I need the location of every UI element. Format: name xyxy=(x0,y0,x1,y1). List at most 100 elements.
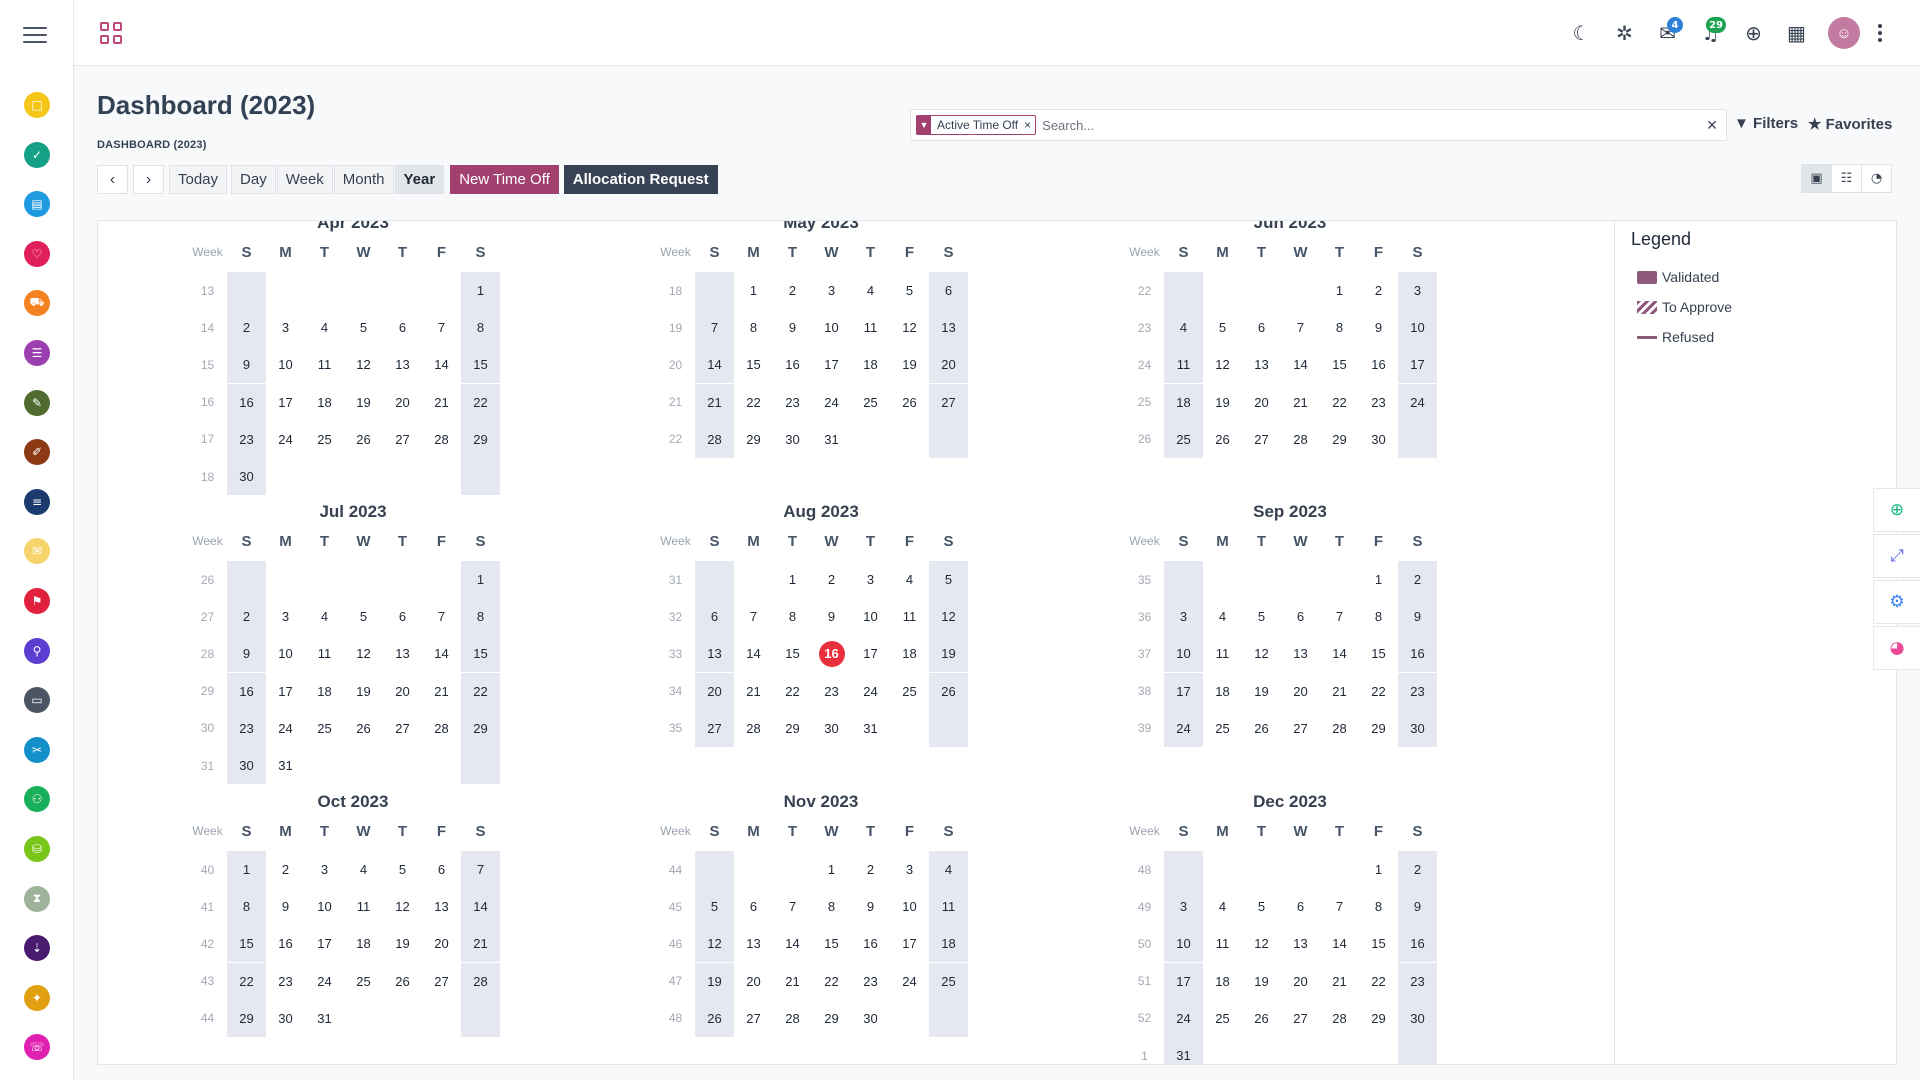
day-cell[interactable]: 12 xyxy=(929,598,968,636)
app-icon-2[interactable]: ✓ xyxy=(24,141,50,168)
day-cell[interactable]: 22 xyxy=(227,962,266,1000)
app-icon-14[interactable]: ✂ xyxy=(24,736,50,763)
app-icon-7[interactable]: ✎ xyxy=(24,389,50,416)
day-cell[interactable]: 19 xyxy=(383,925,422,962)
day-cell[interactable]: 13 xyxy=(422,888,461,925)
day-cell[interactable]: 2 xyxy=(1398,851,1437,888)
day-cell[interactable]: 8 xyxy=(1359,598,1398,635)
app-icon-3[interactable]: ▤ xyxy=(24,191,50,218)
app-icon-19[interactable]: ✦ xyxy=(24,984,50,1011)
app-icon-4[interactable]: ♡ xyxy=(24,240,50,267)
day-cell[interactable]: 23 xyxy=(227,709,266,747)
day-cell[interactable]: 12 xyxy=(1203,346,1242,383)
day-cell[interactable]: 28 xyxy=(734,710,773,747)
day-cell[interactable]: 15 xyxy=(461,346,500,384)
day-cell[interactable]: 1 xyxy=(227,851,266,888)
day-cell[interactable]: 29 xyxy=(734,421,773,458)
day-cell[interactable]: 10 xyxy=(1164,635,1203,673)
day-cell[interactable]: 28 xyxy=(773,1000,812,1037)
day-cell[interactable]: 25 xyxy=(1203,1000,1242,1037)
day-cell[interactable]: 7 xyxy=(422,598,461,635)
day-cell[interactable]: 9 xyxy=(851,888,890,925)
day-cell[interactable]: 18 xyxy=(1203,963,1242,1000)
day-cell[interactable]: 21 xyxy=(1320,963,1359,1000)
day-cell[interactable]: 15 xyxy=(812,925,851,962)
day-cell[interactable]: 9 xyxy=(812,598,851,635)
day-cell[interactable]: 9 xyxy=(773,309,812,346)
day-cell[interactable]: 10 xyxy=(266,346,305,383)
day-cell[interactable]: 15 xyxy=(773,635,812,672)
day-cell[interactable]: 26 xyxy=(695,999,734,1037)
day-cell[interactable]: 6 xyxy=(1281,598,1320,635)
day-cell[interactable]: 6 xyxy=(1242,309,1281,346)
day-cell[interactable]: 30 xyxy=(1398,709,1437,747)
day-cell[interactable]: 10 xyxy=(1398,309,1437,347)
day-cell[interactable]: 30 xyxy=(227,747,266,784)
app-icon-18[interactable]: ⇣ xyxy=(24,935,50,962)
day-cell[interactable]: 23 xyxy=(851,963,890,1000)
day-cell[interactable]: 2 xyxy=(1359,272,1398,309)
day-cell[interactable]: 25 xyxy=(344,963,383,1000)
day-cell[interactable]: 1 xyxy=(734,272,773,309)
day-cell[interactable]: 7 xyxy=(1320,598,1359,635)
day-cell[interactable]: 21 xyxy=(461,925,500,963)
allocation-request-button[interactable]: Allocation Request xyxy=(563,165,718,194)
day-cell[interactable]: 19 xyxy=(1242,963,1281,1000)
day-cell[interactable]: 14 xyxy=(1281,346,1320,383)
day-cell[interactable]: 30 xyxy=(812,710,851,747)
day-cell[interactable]: 8 xyxy=(227,888,266,926)
day-cell[interactable]: 28 xyxy=(1281,421,1320,458)
day-cell[interactable]: 17 xyxy=(1398,346,1437,384)
day-cell[interactable]: 23 xyxy=(773,384,812,421)
day-cell[interactable]: 4 xyxy=(890,561,929,598)
day-cell[interactable]: 2 xyxy=(773,272,812,309)
day-cell[interactable]: 5 xyxy=(1242,888,1281,925)
day-cell[interactable]: 1 xyxy=(461,561,500,598)
day-cell[interactable]: 31 xyxy=(305,1000,344,1037)
day-cell[interactable]: 22 xyxy=(812,963,851,1000)
day-cell[interactable]: 13 xyxy=(734,925,773,962)
day-cell[interactable]: 15 xyxy=(227,925,266,963)
day-cell[interactable]: 21 xyxy=(422,673,461,710)
day-cell[interactable]: 24 xyxy=(812,384,851,421)
day-cell[interactable]: 8 xyxy=(812,888,851,925)
day-cell[interactable]: 4 xyxy=(851,272,890,309)
day-cell[interactable]: 6 xyxy=(1281,888,1320,925)
day-cell[interactable]: 29 xyxy=(1359,1000,1398,1037)
day-cell[interactable]: 22 xyxy=(1320,384,1359,421)
day-cell[interactable]: 27 xyxy=(383,421,422,458)
day-cell[interactable]: 25 xyxy=(851,384,890,421)
day-cell[interactable]: 24 xyxy=(890,963,929,1000)
day-cell[interactable]: 3 xyxy=(890,851,929,888)
day-cell[interactable]: 23 xyxy=(1359,384,1398,421)
day-cell[interactable]: 6 xyxy=(734,888,773,925)
day-cell[interactable]: 28 xyxy=(695,420,734,458)
month-view-button[interactable]: Month xyxy=(333,165,394,194)
day-cell[interactable]: 5 xyxy=(344,309,383,346)
app-icon-11[interactable]: ⚑ xyxy=(24,587,50,614)
day-cell[interactable]: 17 xyxy=(812,346,851,383)
palette-icon[interactable]: ◕ xyxy=(1873,626,1920,670)
day-cell[interactable]: 6 xyxy=(383,309,422,346)
day-cell[interactable]: 3 xyxy=(1164,598,1203,636)
week-view-button[interactable]: Week xyxy=(276,165,333,194)
day-cell[interactable]: 7 xyxy=(461,851,500,888)
day-cell[interactable]: 26 xyxy=(1242,1000,1281,1037)
day-cell[interactable]: 25 xyxy=(305,421,344,458)
day-cell[interactable]: 3 xyxy=(266,598,305,635)
day-cell[interactable]: 30 xyxy=(1359,421,1398,458)
day-cell[interactable]: 2 xyxy=(1398,561,1437,598)
day-cell[interactable]: 20 xyxy=(1281,673,1320,710)
day-cell[interactable]: 16 xyxy=(1359,346,1398,383)
day-cell[interactable]: 28 xyxy=(461,962,500,1000)
day-cell[interactable]: 19 xyxy=(929,635,968,673)
day-cell[interactable]: 31 xyxy=(1164,1037,1203,1064)
day-cell[interactable]: 4 xyxy=(1203,598,1242,635)
day-cell[interactable]: 2 xyxy=(227,598,266,636)
day-cell[interactable]: 23 xyxy=(812,673,851,710)
day-cell[interactable]: 14 xyxy=(422,635,461,672)
app-icon-6[interactable]: ☰ xyxy=(24,339,50,366)
day-cell[interactable]: 5 xyxy=(695,888,734,926)
day-cell[interactable]: 12 xyxy=(344,346,383,383)
day-cell[interactable]: 22 xyxy=(1359,963,1398,1000)
